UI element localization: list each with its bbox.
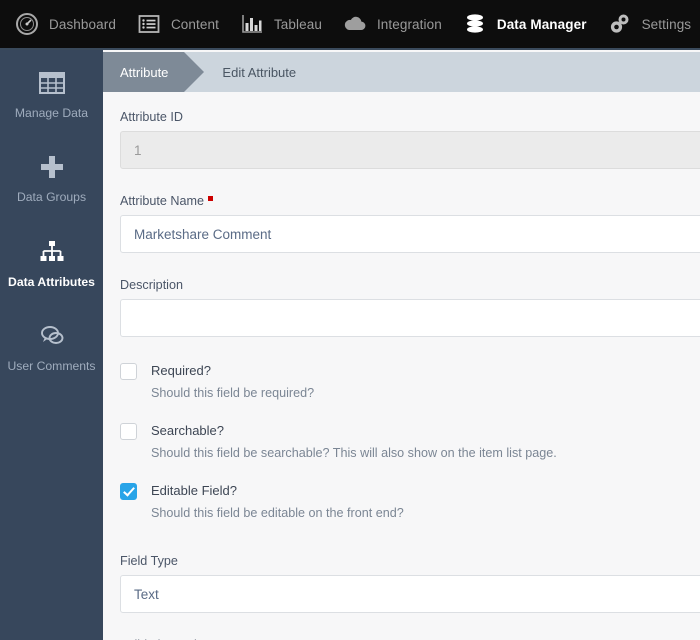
comments-icon [4, 321, 99, 351]
field-field-type: Field Type Text [103, 554, 700, 613]
topnav-label: Data Manager [496, 16, 587, 32]
topnav-label: Settings [641, 16, 692, 32]
topnav-item-dashboard[interactable]: Dashboard [0, 0, 122, 49]
gears-icon [607, 11, 633, 37]
required-help-text: Should this field be required? [151, 386, 315, 400]
editable-field-checkbox-label: Editable Field? [151, 483, 237, 498]
app-root: Dashboard Content Tableau Integration Da… [0, 0, 700, 640]
list-icon [136, 11, 162, 37]
breadcrumb-tab-attribute[interactable]: Attribute [103, 52, 205, 92]
topnav-label: Dashboard [49, 16, 116, 32]
topnav-label: Integration [376, 16, 442, 32]
field-label: Attribute Name [103, 194, 700, 215]
topnav-item-content[interactable]: Content [122, 0, 225, 49]
topnav-item-settings[interactable]: Settings [593, 0, 698, 49]
edit-attribute-form: Attribute ID 1 Attribute Name Marketshar… [103, 92, 700, 640]
database-icon [462, 11, 488, 37]
topnav-item-data-manager[interactable]: Data Manager [448, 0, 593, 49]
checkbox-block-required: Required? Should this field be required? [103, 362, 700, 400]
searchable-checkbox[interactable] [120, 423, 137, 440]
gauge-icon [14, 11, 40, 37]
field-label-text: Attribute Name [120, 194, 204, 208]
sidebar-item-label: Data Attributes [8, 274, 95, 289]
field-attribute-name: Attribute Name Marketshare Comment [103, 194, 700, 253]
bar-chart-icon [239, 11, 265, 37]
left-sidebar: Manage Data Data Groups Data Attributes … [0, 50, 103, 640]
field-attribute-id: Attribute ID 1 [103, 110, 700, 169]
attribute-id-input: 1 [120, 131, 700, 169]
field-type-select[interactable]: Text [120, 575, 700, 613]
checkbox-block-editable: Editable Field? Should this field be edi… [103, 482, 700, 520]
sidebar-item-data-attributes[interactable]: Data Attributes [0, 219, 103, 303]
table-grid-icon [4, 68, 99, 98]
topnav-label: Tableau [273, 16, 322, 32]
sidebar-item-manage-data[interactable]: Manage Data [0, 50, 103, 134]
sidebar-item-data-groups[interactable]: Data Groups [0, 134, 103, 218]
description-input[interactable] [120, 299, 700, 337]
topnav-label: Content [170, 16, 219, 32]
field-label: Field Type [120, 554, 178, 568]
field-description: Description [103, 278, 700, 337]
sidebar-item-label: Manage Data [14, 106, 89, 120]
attribute-name-input[interactable]: Marketshare Comment [120, 215, 700, 253]
checkbox-block-searchable: Searchable? Should this field be searcha… [103, 422, 700, 460]
searchable-help-text: Should this field be searchable? This wi… [151, 446, 557, 460]
editable-field-help-text: Should this field be editable on the fro… [151, 506, 404, 520]
topnav-item-tableau[interactable]: Tableau [225, 0, 328, 49]
editable-field-checkbox[interactable] [120, 483, 137, 500]
field-label: Attribute ID [120, 110, 183, 124]
plus-icon [4, 152, 99, 182]
sitemap-icon [4, 237, 99, 267]
sidebar-item-label: User Comments [7, 359, 96, 374]
field-label: Description [120, 278, 183, 292]
required-marker-icon [208, 196, 213, 201]
topnav-item-integration[interactable]: Integration [328, 0, 448, 49]
required-checkbox[interactable] [120, 363, 137, 380]
breadcrumb: Attribute Edit Attribute [103, 52, 700, 92]
required-checkbox-label: Required? [151, 363, 211, 378]
cloud-icon [342, 11, 368, 37]
top-navigation-bar: Dashboard Content Tableau Integration Da… [0, 0, 700, 50]
sidebar-item-label: Data Groups [16, 190, 87, 205]
searchable-checkbox-label: Searchable? [151, 423, 224, 438]
sidebar-item-user-comments[interactable]: User Comments [0, 303, 103, 387]
breadcrumb-tab-label: Attribute [120, 64, 169, 80]
